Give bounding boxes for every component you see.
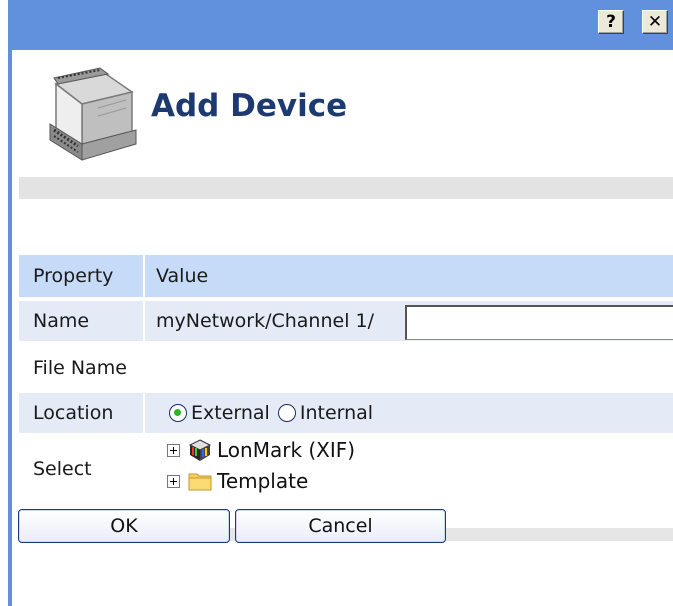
cancel-button[interactable]: Cancel bbox=[235, 509, 446, 543]
divider-bar bbox=[19, 177, 673, 199]
page-title: Add Device bbox=[151, 88, 348, 124]
select-label: Select bbox=[33, 458, 92, 480]
name-prefix: myNetwork/Channel 1/ bbox=[156, 310, 375, 332]
property-column-header: Property bbox=[33, 265, 114, 287]
name-label: Name bbox=[33, 310, 90, 332]
expand-icon[interactable] bbox=[167, 443, 180, 457]
table-row-file-name: File Name bbox=[19, 348, 673, 388]
help-button[interactable]: ? bbox=[598, 10, 624, 34]
lonmark-cube-icon bbox=[188, 439, 212, 461]
tree-node-label[interactable]: Template bbox=[217, 469, 308, 493]
location-label: Location bbox=[33, 402, 114, 424]
expand-icon[interactable] bbox=[167, 474, 180, 488]
table-row-location: Location External Internal bbox=[19, 393, 673, 433]
internal-radio-label[interactable]: Internal bbox=[300, 402, 373, 424]
device-name-input[interactable] bbox=[405, 305, 673, 340]
device-module-icon bbox=[49, 67, 137, 161]
tree-node-template[interactable]: Template bbox=[167, 466, 308, 496]
folder-icon bbox=[188, 473, 212, 491]
internal-radio[interactable] bbox=[277, 404, 296, 422]
table-row-select: Select LonMark (XIF) Template bbox=[19, 433, 673, 505]
tree-node-label[interactable]: LonMark (XIF) bbox=[217, 438, 355, 462]
file-name-label: File Name bbox=[33, 357, 127, 379]
tree-node-lonmark[interactable]: LonMark (XIF) bbox=[167, 435, 355, 465]
external-radio-label[interactable]: External bbox=[191, 402, 270, 424]
value-column-header: Value bbox=[156, 265, 209, 287]
table-header: Property Value bbox=[19, 255, 673, 297]
ok-button[interactable]: OK bbox=[18, 509, 230, 543]
title-bar: ? ✕ bbox=[8, 0, 673, 50]
external-radio[interactable] bbox=[169, 404, 187, 422]
table-row-name: Name myNetwork/Channel 1/ bbox=[19, 301, 673, 341]
close-button[interactable]: ✕ bbox=[642, 10, 668, 34]
